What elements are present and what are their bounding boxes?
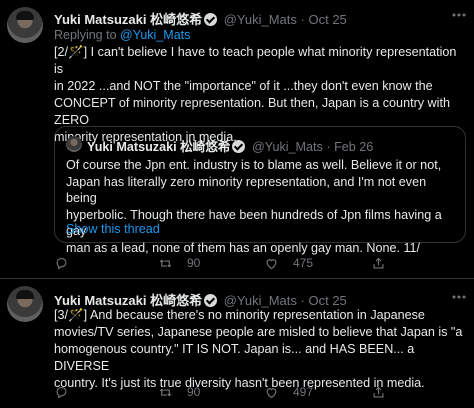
reply-icon: [56, 386, 67, 399]
quoted-avatar: [66, 136, 82, 152]
like-count: 497: [293, 385, 314, 399]
quoted-header: Yuki Matsuzaki 松崎悠希 @Yuki_Mats · Feb 26: [87, 136, 373, 155]
tweet[interactable]: Yuki Matsuzaki 松崎悠希 @Yuki_Mats · Oct 25 …: [0, 0, 474, 278]
quoted-author-name: Yuki Matsuzaki 松崎悠希: [87, 140, 231, 154]
separator: ·: [300, 293, 305, 308]
share-button[interactable]: [371, 384, 400, 400]
retweet-icon: [159, 388, 172, 396]
author-name[interactable]: Yuki Matsuzaki 松崎悠希: [54, 12, 202, 27]
retweet-count: 90: [187, 385, 201, 399]
author-handle[interactable]: @Yuki_Mats: [224, 293, 297, 308]
retweet-button[interactable]: 90: [158, 384, 200, 400]
share-icon: [373, 257, 384, 268]
share-button[interactable]: [371, 255, 400, 271]
verified-badge-icon: [204, 294, 218, 307]
tweet-actions: 90 497: [54, 384, 466, 400]
separator: ·: [300, 12, 305, 27]
verified-badge-icon: [204, 13, 218, 26]
share-icon: [373, 386, 384, 397]
tweet-actions: 90 475: [54, 255, 466, 271]
reply-icon: [56, 257, 67, 270]
tweet-date[interactable]: Oct 25: [308, 293, 346, 308]
tweet[interactable]: Yuki Matsuzaki 松崎悠希 @Yuki_Mats · Oct 25 …: [0, 279, 474, 408]
show-thread-link[interactable]: Show this thread: [66, 222, 160, 236]
quoted-tweet[interactable]: Yuki Matsuzaki 松崎悠希 @Yuki_Mats · Feb 26 …: [54, 126, 466, 255]
reply-button[interactable]: [54, 384, 83, 400]
author-name[interactable]: Yuki Matsuzaki 松崎悠希: [54, 293, 202, 308]
quoted-handle: @Yuki_Mats: [251, 140, 323, 154]
replying-to: Replying to @Yuki_Mats: [54, 28, 190, 42]
like-button[interactable]: 497: [264, 384, 313, 400]
reply-button[interactable]: [54, 255, 83, 271]
like-icon: [266, 258, 277, 269]
avatar[interactable]: [7, 286, 43, 322]
like-icon: [266, 387, 277, 398]
like-count: 475: [293, 256, 314, 270]
separator: ·: [326, 140, 331, 154]
author-handle[interactable]: @Yuki_Mats: [224, 12, 297, 27]
replying-to-link[interactable]: @Yuki_Mats: [120, 28, 190, 42]
replying-prefix: Replying to: [54, 28, 121, 42]
tweet-date[interactable]: Oct 25: [308, 12, 346, 27]
quoted-text: Of course the Jpn ent. industry is to bl…: [66, 158, 442, 255]
verified-badge-icon: [232, 140, 246, 153]
more-icon[interactable]: [452, 294, 466, 300]
retweet-count: 90: [187, 256, 201, 270]
like-button[interactable]: 475: [264, 255, 313, 271]
more-icon[interactable]: [452, 12, 466, 18]
avatar[interactable]: [7, 7, 43, 43]
tweet-header: Yuki Matsuzaki 松崎悠希 @Yuki_Mats · Oct 25: [54, 9, 347, 28]
tweet-text: [3/🪄] And because there's no minority re…: [54, 308, 463, 390]
quoted-date: Feb 26: [334, 140, 374, 154]
retweet-icon: [159, 259, 172, 267]
retweet-button[interactable]: 90: [158, 255, 200, 271]
